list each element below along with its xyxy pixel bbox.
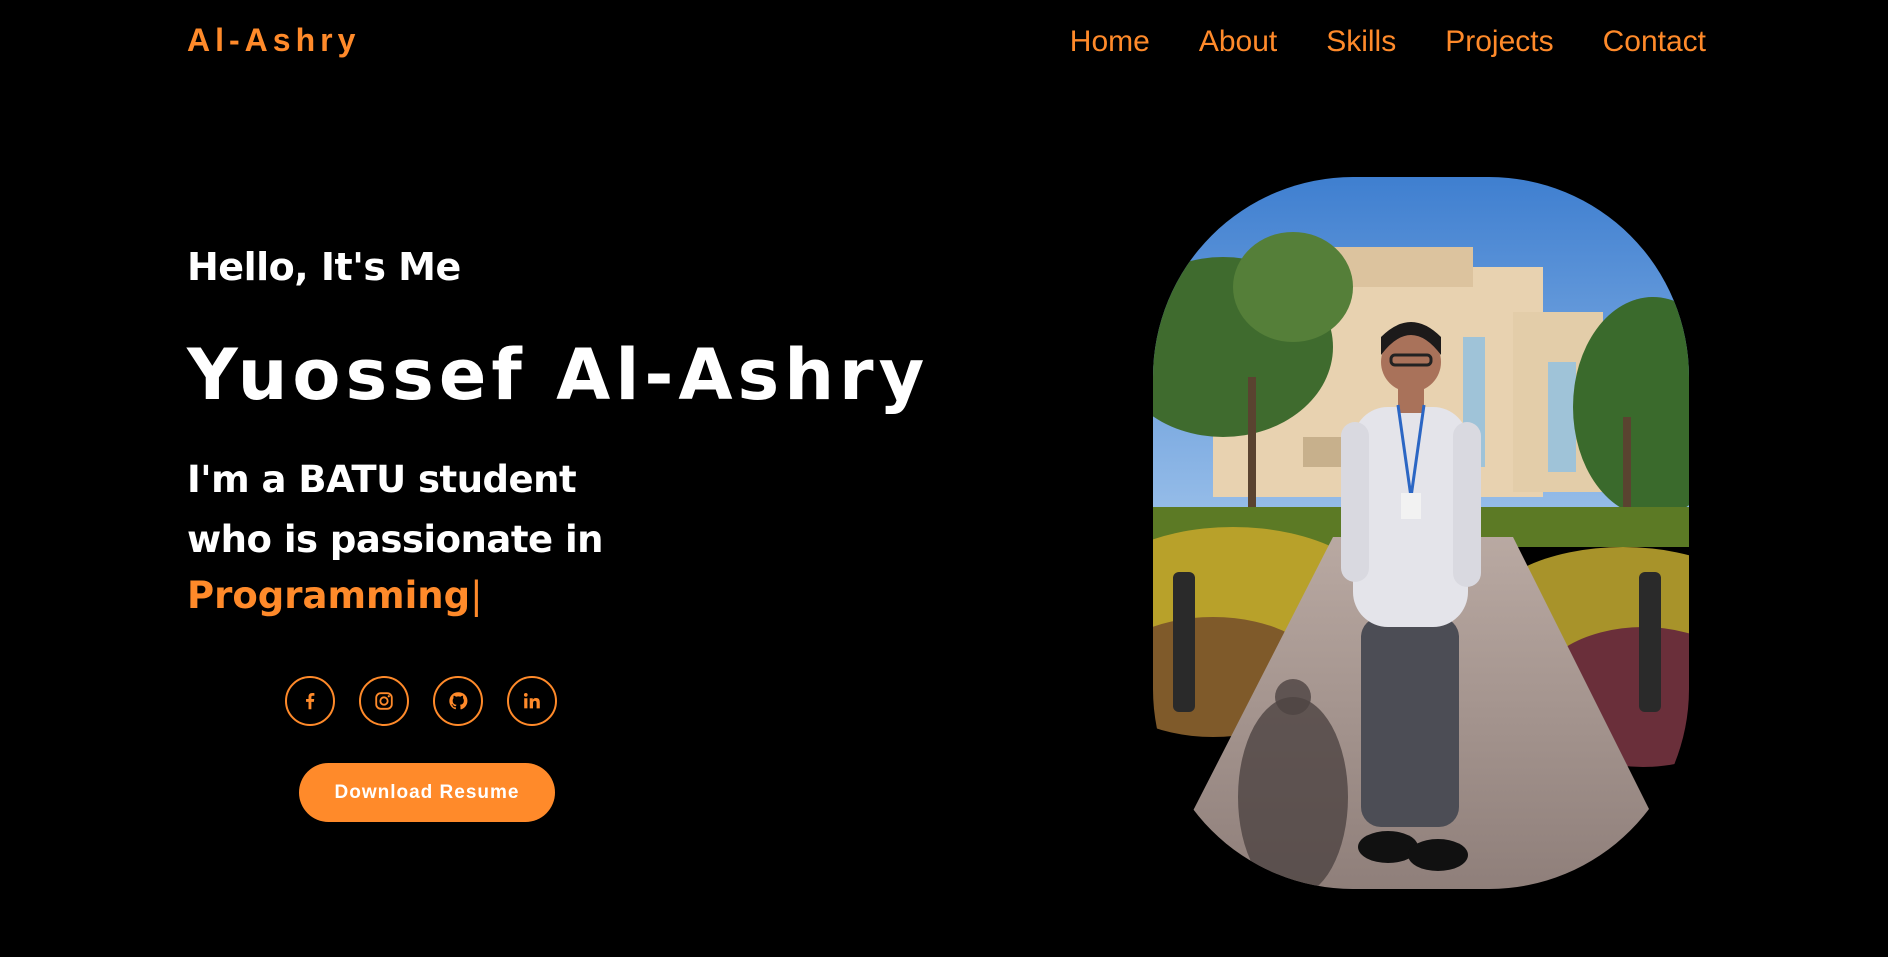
facebook-link[interactable] [285, 676, 335, 726]
hero-name: Yuossef Al-Ashry [187, 334, 930, 416]
instagram-link[interactable] [359, 676, 409, 726]
hero-greeting: Hello, It's Me [187, 245, 461, 289]
nav-link-projects[interactable]: Projects [1445, 22, 1553, 62]
linkedin-icon [523, 693, 540, 709]
typed-word: Programming [187, 574, 471, 617]
github-icon [449, 692, 468, 710]
github-link[interactable] [433, 676, 483, 726]
hero-intro-line1: I'm a BATU student [187, 458, 577, 501]
typed-text: Programming| [187, 570, 483, 622]
nav-link-skills[interactable]: Skills [1326, 22, 1396, 62]
hero-intro-line2: who is passionate in [187, 518, 604, 561]
linkedin-link[interactable] [507, 676, 557, 726]
profile-photo [1153, 177, 1689, 889]
profile-photo-illustration [1153, 177, 1689, 889]
instagram-icon [375, 692, 393, 710]
facebook-icon [306, 693, 315, 710]
main-nav: Home About Skills Projects Contact [1070, 22, 1706, 62]
nav-link-about[interactable]: About [1199, 22, 1277, 62]
nav-link-home[interactable]: Home [1070, 22, 1150, 62]
nav-link-contact[interactable]: Contact [1603, 22, 1706, 62]
social-links [285, 676, 557, 726]
hero-intro: I'm a BATU student who is passionate in [187, 450, 747, 570]
page: Al-Ashry Home About Skills Projects Cont… [0, 0, 1888, 957]
typing-cursor: | [470, 574, 483, 617]
download-resume-button[interactable]: Download Resume [299, 763, 555, 822]
site-logo[interactable]: Al-Ashry [187, 22, 360, 59]
